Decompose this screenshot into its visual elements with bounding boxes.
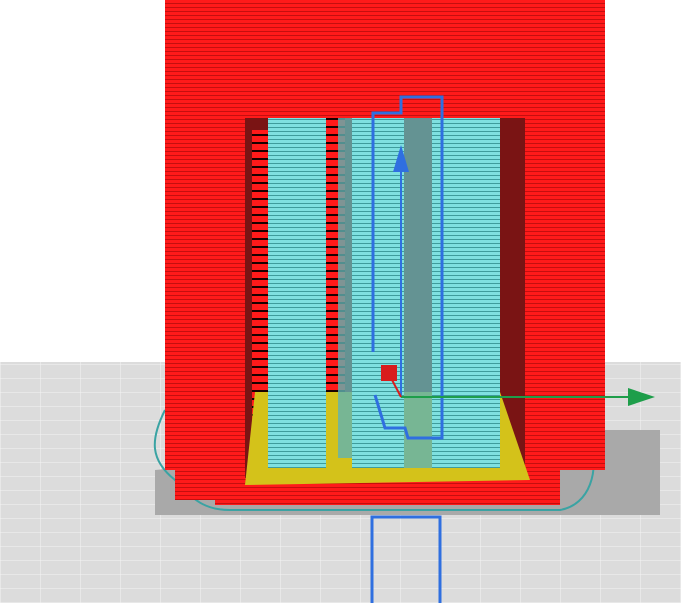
origin-cube-icon[interactable] <box>381 365 397 381</box>
layer-viewport[interactable] <box>0 0 681 603</box>
support-column-1 <box>268 118 326 468</box>
3d-scene[interactable] <box>0 0 681 603</box>
support-column-3 <box>338 118 352 458</box>
